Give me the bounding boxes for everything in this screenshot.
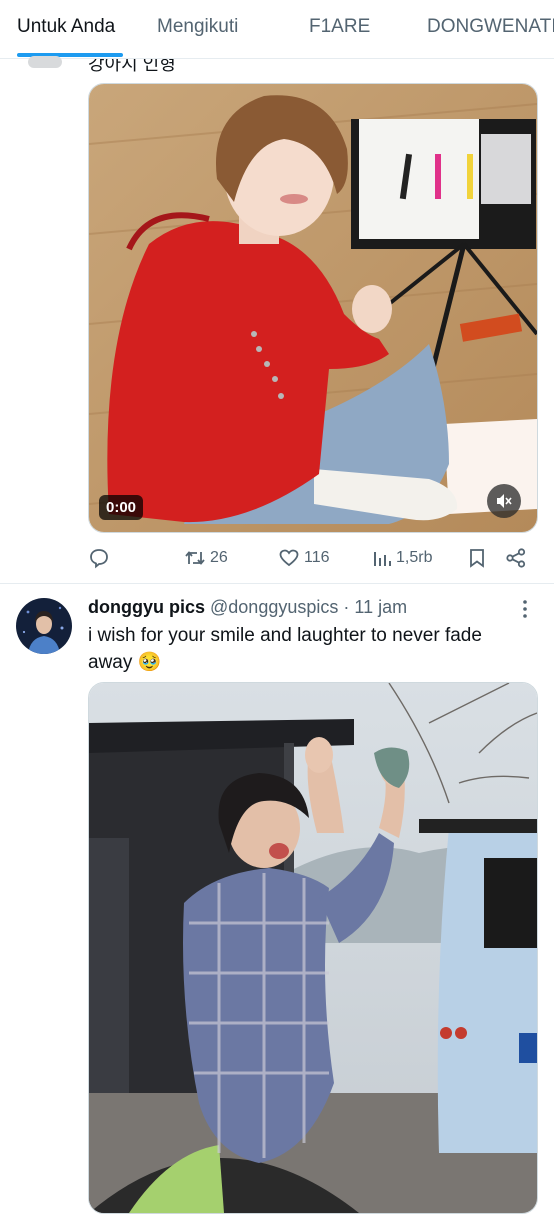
- retweet-icon: [185, 551, 205, 565]
- bookmark-button[interactable]: [467, 544, 487, 572]
- views-button[interactable]: 1,5rb: [372, 544, 432, 572]
- video-timestamp: 0:00: [99, 495, 144, 520]
- avatar-image: [16, 598, 72, 654]
- reply-button[interactable]: [88, 544, 110, 572]
- tweet-action-bar: 26 116 1,5rb: [88, 544, 538, 572]
- tweet-author-line: donggyu pics @donggyuspics · 11 jam: [88, 597, 407, 618]
- view-count: 1,5rb: [396, 549, 433, 566]
- bookmark-icon: [470, 549, 484, 568]
- tweet-time[interactable]: 11 jam: [354, 597, 407, 617]
- views-chart-icon: [374, 552, 391, 566]
- more-vertical-icon: [523, 600, 527, 618]
- tab-untuk-anda[interactable]: Untuk Anda: [17, 16, 115, 38]
- separator-dot: ·: [343, 597, 350, 617]
- speaker-muted-icon: [497, 494, 512, 508]
- previous-tweet-avatar[interactable]: [28, 56, 62, 68]
- video-frame: [89, 84, 537, 532]
- share-icon: [506, 548, 526, 568]
- tweet-media[interactable]: [88, 682, 538, 1214]
- tweet-divider: [0, 583, 554, 584]
- like-count: 116: [304, 549, 330, 566]
- tweet-video[interactable]: 0:00: [88, 83, 538, 533]
- tab-dongwenati[interactable]: DONGWENATI: [427, 16, 554, 38]
- more-options-button[interactable]: [518, 599, 532, 624]
- heart-icon: [279, 549, 299, 567]
- mute-button[interactable]: [487, 484, 521, 518]
- avatar[interactable]: [16, 598, 72, 654]
- author-name[interactable]: donggyu pics: [88, 597, 205, 617]
- author-handle[interactable]: @donggyuspics: [210, 597, 338, 617]
- share-button[interactable]: [505, 544, 527, 572]
- tweet-text: i wish for your smile and laughter to ne…: [88, 625, 482, 673]
- reply-icon: [90, 549, 108, 569]
- like-button[interactable]: 116: [278, 544, 330, 572]
- tab-mengikuti[interactable]: Mengikuti: [157, 16, 238, 38]
- top-tab-bar: Untuk Anda Mengikuti F1ARE DONGWENATI: [0, 0, 554, 59]
- retweet-button[interactable]: 26: [184, 544, 228, 572]
- tab-f1are[interactable]: F1ARE: [309, 16, 370, 38]
- media-photo: [89, 683, 537, 1213]
- retweet-count: 26: [210, 549, 228, 566]
